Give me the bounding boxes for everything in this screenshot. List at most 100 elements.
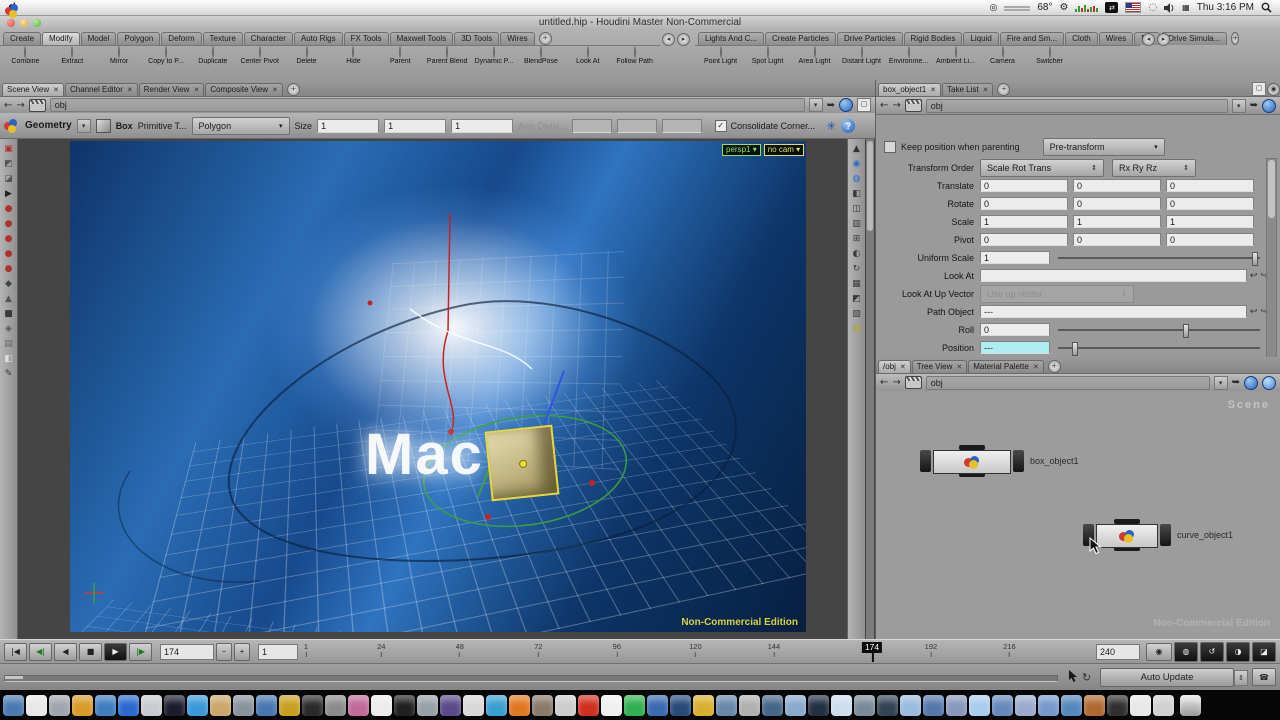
nav-back-icon[interactable]: ← [4, 100, 12, 111]
dock-app-icon[interactable] [509, 695, 530, 716]
viewport-left-tool-icon[interactable]: ● [5, 249, 13, 259]
shelf-tab-rigid-bodies[interactable]: Rigid Bodies [904, 32, 963, 45]
size-z-field[interactable]: 1 [451, 119, 513, 133]
dock-app-icon[interactable] [992, 695, 1013, 716]
dock-app-icon[interactable] [693, 695, 714, 716]
viewport-right-tool-icon[interactable]: ◉ [853, 159, 861, 169]
scale-z-field[interactable]: 1 [1166, 215, 1254, 228]
close-tab-icon[interactable]: ✕ [127, 86, 133, 94]
frame-increment-button[interactable]: + [234, 643, 250, 661]
dock-app-icon[interactable] [555, 695, 576, 716]
dock-app-icon[interactable] [1130, 695, 1151, 716]
realtime-toggle-button[interactable]: ◍ [1174, 642, 1198, 662]
dock-app-icon[interactable] [1015, 695, 1036, 716]
close-tab-icon[interactable]: ✕ [956, 363, 962, 371]
range-start-field[interactable]: 1 [258, 644, 298, 660]
node-flag-right[interactable] [1013, 450, 1024, 472]
node-flag-left[interactable] [920, 450, 931, 472]
viewport-left-tool-icon[interactable]: ■ [4, 309, 13, 319]
dock-app-icon[interactable] [578, 695, 599, 716]
selected-box-object[interactable] [485, 425, 560, 502]
viewport-right-tool-icon[interactable]: ▲ [853, 144, 860, 154]
viewport-right-tool-icon[interactable]: ◩ [852, 294, 861, 304]
rotate-y-field[interactable]: 0 [1073, 197, 1161, 210]
viewport-left-tool-icon[interactable]: ◪ [4, 174, 13, 184]
roll-field[interactable]: 0 [980, 323, 1050, 336]
viewport-left-tool-icon[interactable]: ◈ [5, 324, 12, 334]
tool-center-pivot[interactable]: Center Pivot [236, 47, 283, 65]
viewport-right-tool-icon[interactable]: ◫ [852, 204, 861, 214]
viewport-left-tool-icon[interactable]: ▣ [4, 144, 13, 154]
stop-button[interactable]: ■ [79, 643, 102, 661]
shelf-tab-wires[interactable]: Wires [1099, 32, 1133, 45]
size-x-field[interactable]: 1 [317, 119, 379, 133]
dock-app-icon[interactable] [900, 695, 921, 716]
viewport-right-tool-icon[interactable]: ▨ [852, 324, 861, 334]
close-tab-icon[interactable]: ✕ [193, 86, 199, 94]
select-cursor-icon[interactable] [1068, 669, 1078, 683]
tool-blendpose[interactable]: BlendPose [517, 47, 564, 65]
dock-app-icon[interactable] [877, 695, 898, 716]
dock-app-icon[interactable] [1084, 695, 1105, 716]
dock-app-icon[interactable] [670, 695, 691, 716]
tool-area-light[interactable]: Area Light [791, 47, 838, 65]
params-path-dropdown-icon[interactable]: ▾ [1232, 99, 1246, 113]
close-window-button[interactable] [7, 19, 15, 27]
shelf-tab-character[interactable]: Character [244, 32, 293, 45]
dock-app-icon[interactable] [187, 695, 208, 716]
shelf-tab-deform[interactable]: Deform [161, 32, 201, 45]
tool-mirror[interactable]: Mirror [96, 47, 143, 65]
shelf-tab-auto-rigs[interactable]: Auto Rigs [294, 32, 343, 45]
viewport-left-tool-icon[interactable]: ● [5, 219, 13, 229]
path-dropdown-icon[interactable]: ▾ [809, 98, 823, 112]
dock-app-icon[interactable] [49, 695, 70, 716]
dock-app-icon[interactable] [785, 695, 806, 716]
ical-icon[interactable]: ▦ [1182, 3, 1190, 12]
go-to-start-button[interactable]: |◀ [4, 643, 27, 661]
tool-duplicate[interactable]: Duplicate [189, 47, 236, 65]
tool-point-light[interactable]: Point Light [697, 47, 744, 65]
viewport-left-tool-icon[interactable]: ● [5, 204, 13, 214]
dock-app-icon[interactable] [923, 695, 944, 716]
tool-ambient-li[interactable]: Ambient Li... [932, 47, 979, 65]
shelf-tab-drive-simula[interactable]: Drive Simula... [1161, 32, 1227, 45]
network-path-dropdown-icon[interactable]: ▾ [1214, 376, 1228, 390]
network-path-field[interactable]: obj [926, 376, 1210, 390]
rotate-z-field[interactable]: 0 [1166, 197, 1254, 210]
shelf-tab-3d-tools[interactable]: 3D Tools [454, 32, 499, 45]
dock-trash-icon[interactable] [1180, 695, 1201, 716]
shelf-tab-create[interactable]: Create [3, 32, 41, 45]
tool-copy-to-p[interactable]: Copy to P... [143, 47, 190, 65]
viewport-right-tool-icon[interactable]: ▧ [852, 309, 861, 319]
tool-parent[interactable]: Parent [377, 47, 424, 65]
pane-tab-composite-view[interactable]: Composite View✕ [205, 83, 283, 96]
shelf-tab-new-tab-button[interactable]: + [539, 32, 552, 45]
dock-app-icon[interactable] [302, 695, 323, 716]
pane-tab-channel-editor[interactable]: Channel Editor✕ [65, 83, 138, 96]
uniform-scale-field[interactable]: 1 [980, 251, 1050, 264]
shelf-tab-modify[interactable]: Modify [42, 32, 80, 45]
tool-dynamic-p[interactable]: Dynamic P... [471, 47, 518, 65]
shelf-tab-new-tab-button[interactable]: + [1231, 32, 1239, 45]
pane-tab-tree-view[interactable]: Tree View✕ [912, 360, 967, 373]
viewport-right-tool-icon[interactable]: ◧ [852, 189, 861, 199]
dock-app-icon[interactable] [532, 695, 553, 716]
pane-tab-new-tab-button[interactable]: + [287, 83, 300, 96]
keep-position-checkbox[interactable] [884, 141, 896, 153]
range-end-field[interactable]: 240 [1096, 644, 1140, 660]
pane-tab-obj[interactable]: /obj✕ [878, 360, 911, 373]
pane-tab-take-list[interactable]: Take List✕ [942, 83, 993, 96]
audio-toggle-button[interactable]: ◑ [1226, 642, 1250, 662]
frame-decrement-button[interactable]: − [216, 643, 232, 661]
dock-app-icon[interactable] [463, 695, 484, 716]
viewport-left-tool-icon[interactable]: ● [5, 234, 13, 244]
dock-app-icon[interactable] [1061, 695, 1082, 716]
tool-follow-path[interactable]: Follow Path [611, 47, 658, 65]
viewport-left-tool-icon[interactable]: ● [5, 264, 13, 274]
close-tab-icon[interactable]: ✕ [900, 363, 906, 371]
dock-app-icon[interactable] [256, 695, 277, 716]
tool-camera[interactable]: Camera [979, 47, 1026, 65]
dock-app-icon[interactable] [831, 695, 852, 716]
tool-hide[interactable]: Hide [330, 47, 377, 65]
shelf-tab-drive-particles[interactable]: Drive Particles [837, 32, 903, 45]
